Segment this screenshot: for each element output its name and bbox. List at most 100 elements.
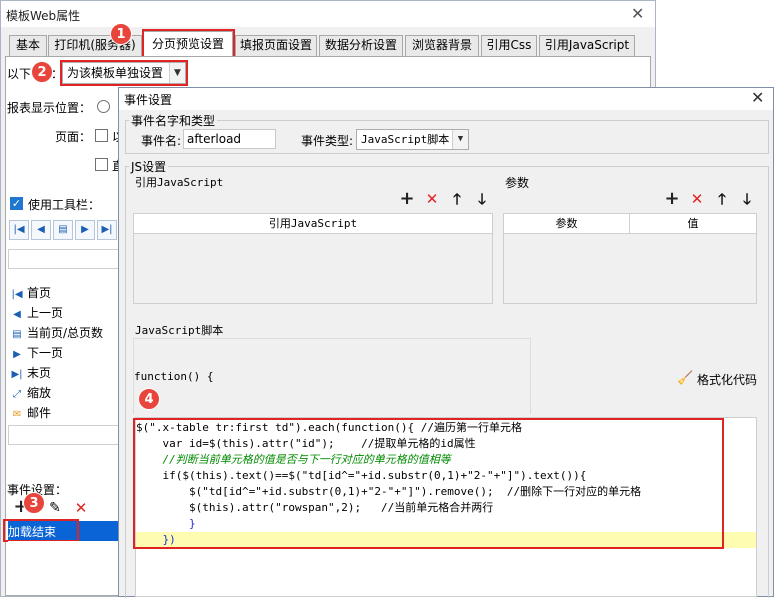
tab-browser-background[interactable]: 浏览器背景 [405, 35, 479, 56]
code-line-3-text: //判断当前单元格的值是否与下一行对应的单元格的值相等 [136, 453, 451, 466]
move-up-icon[interactable]: 🡑 [449, 191, 465, 207]
event-name-input[interactable]: afterload [183, 129, 276, 149]
page-option-1-checkbox[interactable] [95, 129, 108, 142]
code-line-8: }) [136, 532, 756, 548]
last-page-icon: ▶| [11, 369, 23, 380]
next-page-icon: ▶ [13, 349, 21, 360]
first-page-icon: |◀ [11, 289, 23, 300]
page-count-icon: ▤ [12, 329, 22, 340]
page-label: 页面： [55, 130, 92, 144]
list-item[interactable]: ◀ 上一页 [10, 303, 120, 323]
code-line-7: } [136, 516, 196, 532]
event-list-item-selected[interactable]: 加载结束 [8, 521, 121, 541]
tab-page-preview[interactable]: 分页预览设置 [143, 31, 233, 57]
param-up-icon[interactable]: 🡑 [714, 191, 730, 207]
scope-select-value: 为该模板单独设置 [67, 66, 164, 80]
code-line-6: $(this).attr("rowspan",2); //当前单元格合并两行 [136, 500, 493, 516]
tab-ref-css[interactable]: 引用Css [481, 35, 537, 56]
list-item[interactable]: ▤ 当前页/总页数 [10, 323, 120, 343]
code-line-4-text: if($(this).text()==$("td[id^="+id.substr… [136, 469, 587, 482]
chevron-down-icon: ▼ [452, 130, 468, 149]
list-item-label: 下一页 [27, 346, 64, 360]
use-toolbar-checkbox[interactable]: ✓ [10, 197, 23, 210]
code-line-2-text: var id=$(this).attr("id"); //提取单元格的id属性 [136, 437, 476, 450]
list-item[interactable]: |◀ 首页 [10, 283, 120, 303]
code-line-8-text: }) [136, 533, 176, 546]
tab-fill-page[interactable]: 填报页面设置 [235, 35, 317, 56]
delete-param-icon[interactable]: ✕ [689, 191, 705, 207]
list-item[interactable]: ✉ 邮件 [10, 403, 120, 423]
next-page-icon: ▶ [75, 220, 95, 240]
list-item-label: 邮件 [27, 406, 52, 420]
param-down-icon[interactable]: 🡓 [739, 191, 755, 207]
window-titlebar: 模板Web属性 ✕ [1, 1, 655, 27]
step-badge-1: 1 [110, 23, 132, 45]
page-count-icon: ▤ [53, 220, 73, 240]
add-ref-js-icon[interactable]: + [399, 190, 415, 208]
event-type-value: JavaScript脚本 [361, 133, 450, 146]
first-page-icon: |◀ [9, 220, 29, 240]
edit-event-icon[interactable]: ✎ [47, 500, 63, 516]
dialog-title: 事件设置 [124, 93, 173, 107]
format-code-button[interactable]: 格式化代码 [697, 371, 757, 388]
window-title: 模板Web属性 [6, 9, 81, 23]
param-name-column-header[interactable]: 参数 [504, 214, 630, 234]
code-line-7-text: } [136, 517, 196, 530]
param-value-column-header[interactable]: 值 [630, 214, 756, 234]
dialog-close-icon[interactable]: ✕ [751, 88, 764, 107]
report-position-label: 报表显示位置： [7, 101, 92, 115]
prev-page-icon: ◀ [13, 309, 21, 320]
script-title: JavaScript脚本 [135, 324, 224, 337]
js-settings-group-title: JS设置 [129, 158, 169, 175]
report-position-radio[interactable] [97, 100, 110, 113]
list-item-label: 当前页/总页数 [27, 326, 104, 340]
scope-select[interactable]: 为该模板单独设置 ▼ [62, 62, 186, 84]
params-table: 参数 值 [503, 213, 757, 304]
event-type-label: 事件类型: [301, 134, 354, 148]
last-page-icon: ▶| [97, 220, 117, 240]
code-line-4: if($(this).text()==$("td[id^="+id.substr… [136, 468, 586, 484]
function-header: function() { [134, 370, 214, 383]
toolbar-list-blank-row [8, 425, 121, 445]
zoom-icon: ⤢ [13, 389, 21, 400]
mail-icon: ✉ [12, 409, 22, 420]
delete-event-icon[interactable]: ✕ [73, 500, 89, 516]
move-down-icon[interactable]: 🡓 [474, 191, 490, 207]
broom-icon[interactable]: 🧹 [677, 371, 693, 386]
event-settings-dialog: 事件设置 ✕ 事件名字和类型 事件名: afterload 事件类型: Java… [118, 87, 774, 598]
ref-js-table: 引用JavaScript [133, 213, 493, 304]
delete-ref-js-icon[interactable]: ✕ [424, 191, 440, 207]
name-type-group-title: 事件名字和类型 [129, 112, 218, 129]
tab-data-analysis[interactable]: 数据分析设置 [319, 35, 403, 56]
list-item-label: 末页 [27, 366, 52, 380]
code-line-5: $("td[id^="+id.substr(0,1)+"2-"+"]").rem… [136, 484, 641, 500]
code-line-2: var id=$(this).attr("id"); //提取单元格的id属性 [136, 436, 476, 452]
code-line-1-text: $(".x-table tr:first td").each(function(… [136, 421, 523, 434]
params-title: 参数 [505, 176, 530, 190]
step-badge-4: 4 [138, 388, 160, 410]
page-option-2-checkbox[interactable] [95, 158, 108, 171]
add-param-icon[interactable]: + [664, 190, 680, 208]
tab-ref-javascript[interactable]: 引用JavaScript [539, 35, 635, 56]
list-item-label: 缩放 [27, 386, 52, 400]
ref-js-title: 引用JavaScript [135, 176, 224, 189]
toolbar-blank-row [8, 249, 121, 269]
window-close-icon[interactable]: ✕ [631, 4, 644, 23]
list-item[interactable]: ▶| 末页 [10, 363, 120, 383]
ref-js-column-header[interactable]: 引用JavaScript [134, 214, 492, 234]
tab-basic[interactable]: 基本 [9, 35, 47, 56]
code-editor[interactable]: $(".x-table tr:first td").each(function(… [135, 417, 757, 597]
dialog-titlebar: 事件设置 ✕ [119, 88, 773, 110]
list-item-label: 首页 [27, 286, 52, 300]
scope-label: 以下 [7, 67, 32, 81]
code-line-5-text: $("td[id^="+id.substr(0,1)+"2-"+"]").rem… [136, 485, 642, 498]
list-item[interactable]: ▶ 下一页 [10, 343, 120, 363]
toolbar-preview: |◀ ◀ ▤ ▶ ▶| [9, 220, 121, 242]
step-badge-3: 3 [23, 492, 45, 514]
list-item[interactable]: ⤢ 缩放 [10, 383, 120, 403]
code-line-1: $(".x-table tr:first td").each(function(… [136, 420, 522, 436]
code-line-6-text: $(this).attr("rowspan",2); //当前单元格合并两行 [136, 501, 494, 514]
use-toolbar-label: 使用工具栏： [28, 198, 101, 212]
code-line-3: //判断当前单元格的值是否与下一行对应的单元格的值相等 [136, 452, 451, 468]
event-type-select[interactable]: JavaScript脚本 ▼ [356, 129, 469, 150]
